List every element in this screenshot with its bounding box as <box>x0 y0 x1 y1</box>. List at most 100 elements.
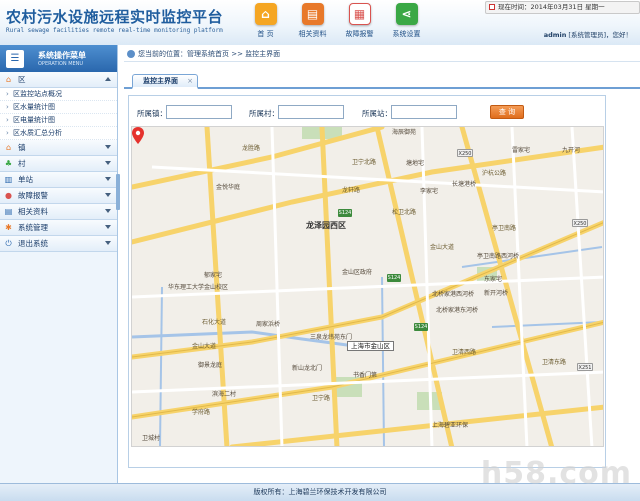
map-poi: 塘地宅 <box>406 160 425 167</box>
query-button[interactable]: 查 询 <box>490 105 524 119</box>
menu-town-label: 镇 <box>18 143 26 152</box>
sidebar-collapse-handle[interactable] <box>116 174 120 210</box>
map-poi: 新开河桥 <box>484 290 509 297</box>
marker-callout: 上海市金山区 <box>347 341 394 351</box>
map-poi: 卫城村 <box>142 435 161 442</box>
alarm-icon: ▦ <box>348 3 371 25</box>
map-road: 卫清西路 <box>452 349 477 356</box>
map-road: 松卫北路 <box>392 209 417 216</box>
nav-home[interactable]: ⌂ 首 页 <box>242 3 289 43</box>
calendar-icon <box>489 4 495 10</box>
station-label: 所属站： <box>362 109 392 118</box>
map-road: 亭卫南路 <box>492 225 517 232</box>
map-poi: 李家宅 <box>420 188 439 195</box>
sidebar: ☰ 系统操作菜单 OPERATION MENU ⌂ 区 区监控站点概况 区水量统… <box>0 45 118 487</box>
map-road: 金山大道 <box>192 343 217 350</box>
nav-documents[interactable]: ▤ 相关资料 <box>289 3 336 43</box>
user-role: [系统管理员]，您好！ <box>566 31 632 39</box>
map-poi: 金悦华庭 <box>216 184 241 191</box>
tree-icon: ♣ <box>4 159 13 168</box>
monitor-panel: 所属镇： 所属村： 所属站： 查 询 龙泽园西区 海辰御苑 金悦华庭 金山区政府… <box>128 95 606 468</box>
app-header: 农村污水设施远程实时监控平台 Rural sewage facilities r… <box>0 0 640 45</box>
home-icon: ⌂ <box>254 3 277 25</box>
menu-alarm-label: 故障报警 <box>18 191 48 200</box>
map-poi: 北桥家港东河桥 <box>436 307 479 314</box>
sidebar-subtitle: OPERATION MENU <box>38 61 84 67</box>
chevron-down-icon <box>105 193 111 197</box>
town-label: 所属镇： <box>137 109 167 118</box>
datetime-text: 现在时间：2014年03月31日 星期一 <box>498 3 605 11</box>
menu-logout[interactable]: ⏻ 退出系统 <box>0 236 117 252</box>
chevron-down-icon <box>105 145 111 149</box>
tab-monitor-main[interactable]: 监控主界面 × <box>132 74 198 89</box>
sidebar-title: 系统操作菜单 <box>38 51 86 60</box>
location-icon <box>127 50 135 58</box>
map-road: 学府路 <box>192 409 211 416</box>
breadcrumb-text: 您当前的位置：管理系统首页 >> 监控主界面 <box>138 50 281 58</box>
chevron-down-icon <box>105 225 111 229</box>
nav-alarm-label: 故障报警 <box>345 30 374 38</box>
map-poi: 三泉龙纬苑东门 <box>310 334 353 341</box>
home-icon: ⌂ <box>5 143 12 152</box>
app-title: 农村污水设施远程实时监控平台 <box>6 8 224 26</box>
map-poi: 御景龙庭 <box>198 362 223 369</box>
menu-district[interactable]: ⌂ 区 <box>0 72 117 88</box>
map-road: 龙轩路 <box>342 187 361 194</box>
menu-station-label: 单站 <box>18 175 33 184</box>
close-icon[interactable]: × <box>187 75 193 88</box>
map-poi: 雷家宅 <box>512 147 531 154</box>
map-poi: 周家浜桥 <box>256 321 281 328</box>
submenu-power-chart[interactable]: 区电量统计图 <box>0 114 117 127</box>
map-poi: 新山龙北门 <box>292 365 323 372</box>
home-icon: ⌂ <box>5 75 12 84</box>
village-input[interactable] <box>278 105 344 119</box>
submenu-station-overview[interactable]: 区监控站点概况 <box>0 88 117 101</box>
nav-alarm[interactable]: ▦ 故障报警 <box>336 3 383 43</box>
map-poi: 金山区政府 <box>342 269 373 276</box>
submenu-water-chart[interactable]: 区水量统计图 <box>0 101 117 114</box>
village-label: 所属村： <box>249 109 279 118</box>
logout-icon: ⏻ <box>5 238 12 248</box>
map-pin-icon[interactable] <box>132 127 144 144</box>
alarm-icon: ● <box>5 191 12 200</box>
town-input[interactable] <box>166 105 232 119</box>
map-poi: 书香门第 <box>353 372 378 379</box>
user-greeting: admin [系统管理员]，您好！ <box>544 29 632 39</box>
map-view[interactable]: 龙泽园西区 海辰御苑 金悦华庭 金山区政府 华东理工大学金山校区 周家浜桥 三泉… <box>131 126 604 447</box>
map-road: 金山大道 <box>430 244 455 251</box>
map-road: 沪杭公路 <box>482 170 507 177</box>
map-road: 石化大道 <box>202 319 227 326</box>
menu-village-label: 村 <box>18 159 26 168</box>
document-icon: ▤ <box>4 207 13 216</box>
nav-settings[interactable]: ⋖ 系统设置 <box>383 3 430 43</box>
menu-station[interactable]: ▥ 单站 <box>0 172 117 188</box>
share-settings-icon: ⋖ <box>395 3 418 25</box>
nav-settings-label: 系统设置 <box>392 30 421 38</box>
map-road-shield: X250 <box>457 149 473 157</box>
chevron-down-icon <box>105 177 111 181</box>
chevron-down-icon <box>105 161 111 165</box>
tab-label: 监控主界面 <box>143 77 178 85</box>
menu-district-label: 区 <box>18 75 26 84</box>
watermark-logo: h58.com <box>480 456 632 491</box>
menu-alarm[interactable]: ● 故障报警 <box>0 188 117 204</box>
menu-system-label: 系统管理 <box>18 223 48 232</box>
menu-town[interactable]: ⌂ 镇 <box>0 140 117 156</box>
menu-documents[interactable]: ▤ 相关资料 <box>0 204 117 220</box>
settings-icon: ✱ <box>5 223 12 232</box>
menu-system[interactable]: ✱ 系统管理 <box>0 220 117 236</box>
map-poi: 北桥家港西河桥 <box>432 291 475 298</box>
submenu-water-quality[interactable]: 区水质汇总分析 <box>0 127 117 140</box>
nav-home-label: 首 页 <box>257 30 274 38</box>
map-road: 卫宁北路 <box>352 159 377 166</box>
map-poi: 九开河 <box>562 147 581 154</box>
menu-documents-label: 相关资料 <box>18 207 48 216</box>
chart-icon: ▥ <box>4 175 13 184</box>
app-subtitle: Rural sewage facilities remote real-time… <box>6 27 223 34</box>
sidebar-header: ☰ 系统操作菜单 OPERATION MENU <box>0 45 117 72</box>
document-icon: ▤ <box>301 3 324 25</box>
top-nav: ⌂ 首 页 ▤ 相关资料 ▦ 故障报警 ⋖ 系统设置 <box>242 3 430 43</box>
map-district-label: 龙泽园西区 <box>306 221 346 230</box>
menu-village[interactable]: ♣ 村 <box>0 156 117 172</box>
station-input[interactable] <box>391 105 457 119</box>
